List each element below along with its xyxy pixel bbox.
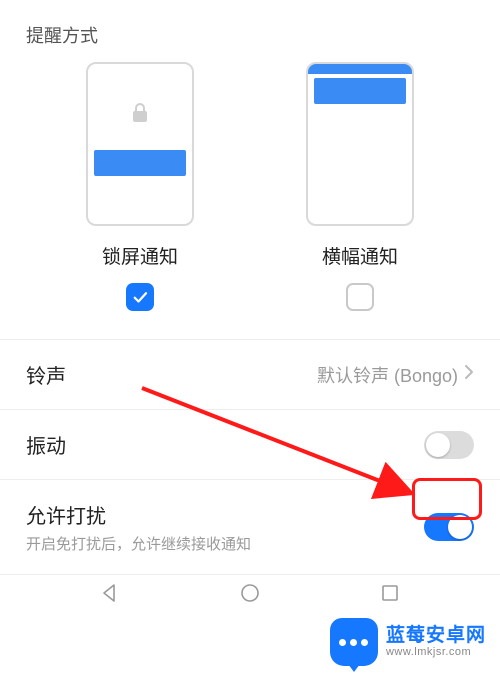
- settings-screen: 提醒方式 锁屏通知 横幅通知 铃声 默认铃声: [0, 0, 500, 674]
- banner-status-strip: [308, 64, 412, 74]
- lock-notification-checkbox[interactable]: [126, 283, 154, 311]
- lock-icon: [130, 102, 150, 129]
- ringtone-value-wrap: 默认铃声 (Bongo): [317, 362, 474, 388]
- allow-disturb-toggle[interactable]: [424, 513, 474, 541]
- nav-home-icon[interactable]: [239, 582, 261, 609]
- nav-back-icon[interactable]: [99, 582, 121, 609]
- lock-notification-bar: [94, 150, 186, 176]
- android-navbar: [0, 568, 500, 622]
- vibrate-row: 振动: [0, 410, 500, 480]
- lock-notification-preview: [86, 62, 194, 226]
- banner-notification-label: 横幅通知: [322, 242, 398, 269]
- lock-notification-option[interactable]: 锁屏通知: [65, 62, 215, 311]
- chevron-right-icon: [464, 364, 474, 385]
- vibrate-title: 振动: [26, 430, 66, 459]
- banner-notification-bar: [314, 78, 406, 104]
- banner-notification-option[interactable]: 横幅通知: [285, 62, 435, 311]
- section-title: 提醒方式: [0, 0, 500, 52]
- watermark-title: 蓝莓安卓网: [386, 626, 486, 647]
- allow-disturb-subtitle: 开启免打扰后，允许继续接收通知: [26, 533, 251, 554]
- ringtone-row[interactable]: 铃声 默认铃声 (Bongo): [0, 340, 500, 410]
- nav-recent-icon[interactable]: [379, 582, 401, 609]
- allow-disturb-title: 允许打扰: [26, 500, 251, 529]
- watermark: 蓝莓安卓网 www.lmkjsr.com: [330, 618, 486, 666]
- notification-style-row: 锁屏通知 横幅通知: [0, 52, 500, 311]
- vibrate-toggle[interactable]: [424, 431, 474, 459]
- banner-notification-preview: [306, 62, 414, 226]
- allow-disturb-row: 允许打扰 开启免打扰后，允许继续接收通知: [0, 480, 500, 575]
- ringtone-value: 默认铃声 (Bongo): [317, 362, 458, 388]
- ringtone-title: 铃声: [26, 360, 66, 389]
- watermark-logo-icon: [330, 618, 378, 666]
- lock-notification-label: 锁屏通知: [102, 242, 178, 269]
- watermark-url: www.lmkjsr.com: [386, 646, 486, 658]
- banner-notification-checkbox[interactable]: [346, 283, 374, 311]
